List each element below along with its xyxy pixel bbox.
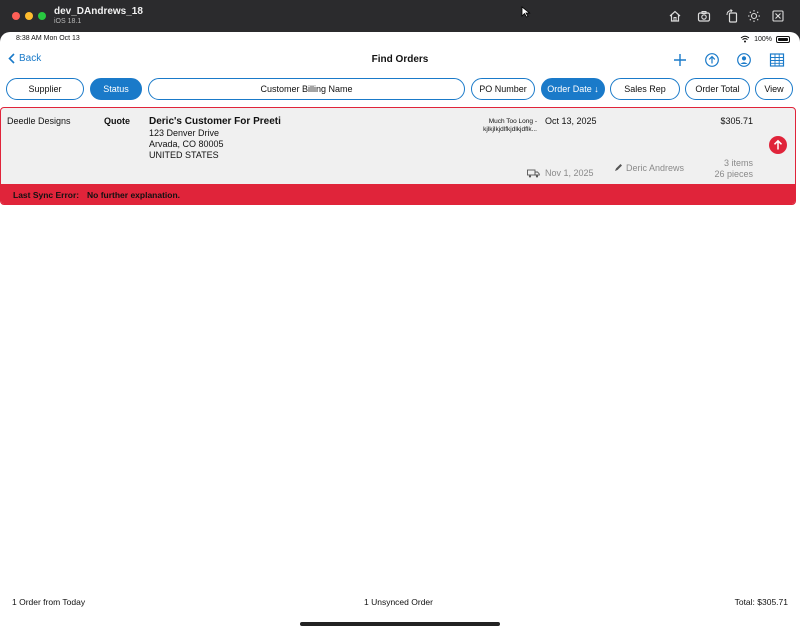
filter-view[interactable]: View [755,78,793,100]
order-ship-date: Nov 1, 2025 [545,168,594,178]
home-icon[interactable] [668,9,682,23]
zoom-window-button[interactable] [38,12,46,20]
back-button[interactable]: Back [8,53,41,64]
simulator-title-bar: dev_DAndrews_18 iOS 18.1 [0,0,800,32]
chevron-left-icon [8,53,15,64]
filter-po-number-label: PO Number [479,84,527,94]
sync-error-message: No further explanation. [87,190,181,200]
order-items-count: 3 items [723,158,753,168]
order-address-line1: 123 Denver Drive [149,128,220,138]
ipad-screen: 8:38 AM Mon Oct 13 100% Back Find Orders [0,32,800,631]
order-pieces-count: 26 pieces [714,169,753,179]
order-supplier: Deedle Designs [7,116,71,126]
order-total: $305.71 [720,116,753,126]
battery-percent: 100% [754,35,772,43]
brightness-icon[interactable] [747,9,761,23]
battery-icon [776,35,790,43]
status-time-date: 8:38 AM Mon Oct 13 [16,35,80,42]
order-status: Quote [104,116,130,126]
user-profile-icon[interactable] [736,52,752,68]
filter-customer-billing-name-label: Customer Billing Name [260,84,353,94]
table-layout-icon[interactable] [769,52,785,68]
upload-sync-icon[interactable] [704,52,720,68]
order-row[interactable]: Deedle Designs Quote Deric's Customer Fo… [0,107,796,205]
filter-supplier[interactable]: Supplier [6,78,84,100]
filter-sales-rep[interactable]: Sales Rep [610,78,680,100]
rotate-icon[interactable] [725,9,739,23]
order-date: Oct 13, 2025 [545,116,597,126]
filter-order-date[interactable]: Order Date ↓ [541,78,605,100]
filter-customer-billing-name[interactable]: Customer Billing Name [148,78,465,100]
filter-supplier-label: Supplier [28,84,62,94]
order-address-line2: Arvada, CO 80005 [149,139,224,149]
delivery-truck-icon [527,169,540,178]
close-window-button[interactable] [12,12,20,20]
sync-error-banner: Last Sync Error: No further explanation. [1,184,795,204]
footer-unsynced-count: 1 Unsynced Order [364,597,433,607]
navigation-bar: Back Find Orders [0,46,800,74]
filter-sales-rep-label: Sales Rep [624,84,666,94]
order-customer-name: Deric's Customer For Preeti [149,116,281,127]
filter-po-number[interactable]: PO Number [471,78,535,100]
filter-order-total[interactable]: Order Total [685,78,750,100]
home-indicator[interactable] [300,622,500,626]
order-po-line2: kjlkjlkjdlfkjdlkjdflk... [483,126,537,133]
footer-total: Total: $305.71 [734,597,788,607]
order-sales-rep: Deric Andrews [626,163,685,173]
minimize-window-button[interactable] [25,12,33,20]
filter-order-date-label: Order Date ↓ [547,84,599,94]
keyboard-toggle-icon[interactable] [771,9,785,23]
filter-order-total-label: Order Total [695,84,740,94]
simulator-os-version: iOS 18.1 [54,18,82,25]
filter-status[interactable]: Status [90,78,142,100]
arrow-up-icon [773,139,783,150]
order-po-line1: Much Too Long - [488,118,537,125]
sync-error-label: Last Sync Error: [13,190,80,200]
footer-order-count: 1 Order from Today [12,597,86,607]
screenshot-icon[interactable] [697,9,711,23]
order-summary-footer: 1 Order from Today 1 Unsynced Order Tota… [0,592,800,612]
order-address-line3: UNITED STATES [149,150,219,160]
filter-view-label: View [764,84,784,94]
simulator-device-name: dev_DAndrews_18 [54,6,143,17]
wifi-icon [740,35,750,43]
sync-order-button[interactable] [769,136,787,154]
mouse-cursor-icon [521,6,531,18]
add-order-icon[interactable] [672,52,688,68]
filter-status-label: Status [103,84,129,94]
ios-status-bar: 8:38 AM Mon Oct 13 100% [0,32,800,46]
back-button-label: Back [19,53,42,64]
pencil-icon [615,164,622,171]
